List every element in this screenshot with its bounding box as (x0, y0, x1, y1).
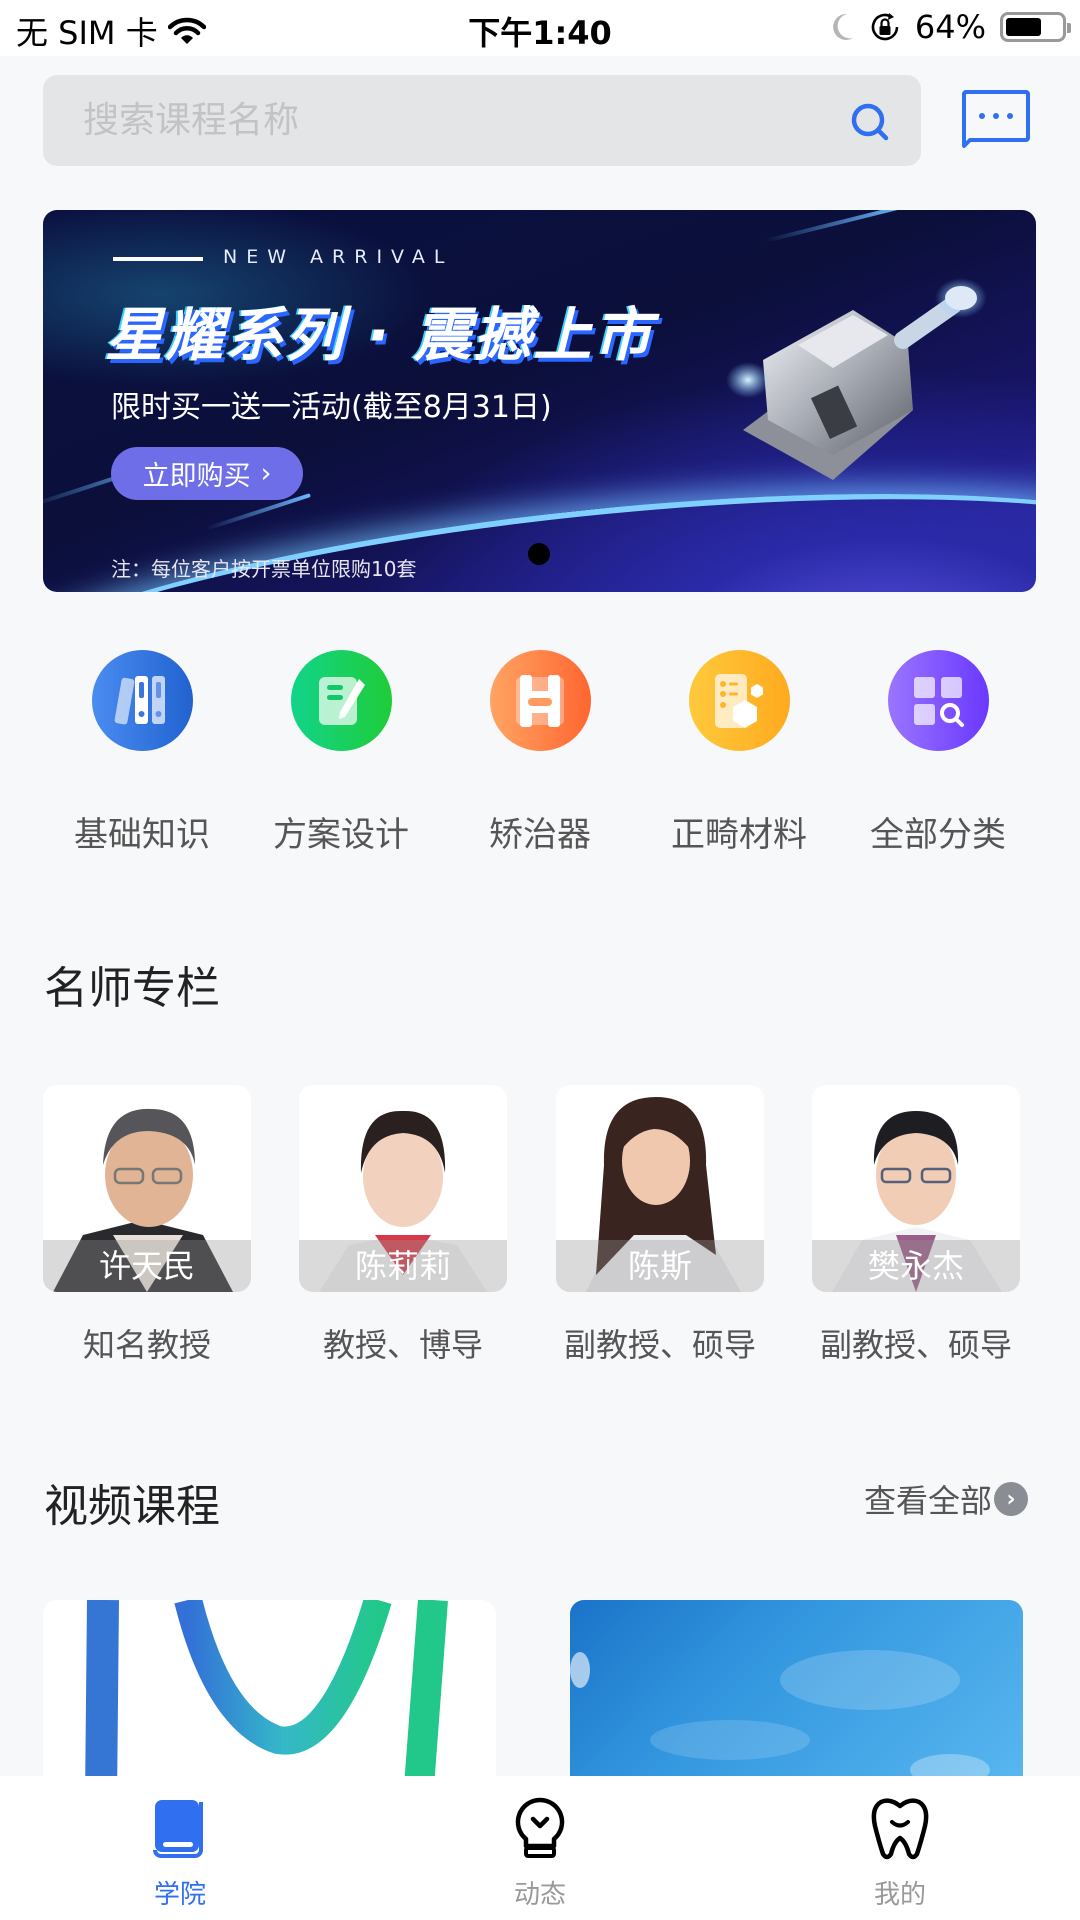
category-appliances[interactable]: 矫治器 (450, 650, 630, 856)
see-all-link[interactable]: 查看全部 › (864, 1476, 1028, 1522)
category-circle (290, 650, 392, 751)
bottom-tab-bar: 学院 动态 我的 (0, 1776, 1080, 1920)
category-circle (887, 650, 989, 751)
teacher-card[interactable]: 樊永杰 副教授、硕导 (812, 1085, 1020, 1366)
teacher-card[interactable]: 许天民 知名教授 (43, 1085, 251, 1366)
buy-now-button[interactable]: 立即购买 › (111, 447, 303, 500)
teacher-name: 樊永杰 (812, 1240, 1020, 1292)
teacher-name: 陈莉莉 (299, 1240, 507, 1292)
category-label: 全部分类 (870, 815, 1006, 855)
see-all-label: 查看全部 (863, 1482, 992, 1520)
tab-academy[interactable]: 学院 (100, 1796, 260, 1911)
teacher-role: 教授、博导 (322, 1326, 483, 1364)
category-all[interactable]: 全部分类 (848, 650, 1028, 856)
teacher-name: 陈斯 (556, 1240, 764, 1292)
book-icon (153, 1800, 203, 1858)
tab-profile[interactable]: 我的 (820, 1796, 980, 1911)
video-thumbnail-tooth-logo (85, 1600, 448, 1800)
search-icon[interactable] (849, 101, 893, 145)
bracket-icon (516, 674, 564, 727)
video-thumbnail-sky (570, 1650, 990, 1786)
banner-tag: NEW ARRIVAL (223, 246, 454, 268)
category-circle (688, 650, 790, 751)
banner-tag-line (113, 257, 203, 261)
chevron-right-icon: › (994, 1482, 1028, 1516)
teacher-photo: 樊永杰 (812, 1085, 1020, 1292)
teacher-name: 许天民 (43, 1240, 251, 1292)
teacher-photo: 许天民 (43, 1085, 251, 1292)
tab-label: 我的 (873, 1880, 926, 1910)
notes-pen-icon (319, 676, 365, 725)
tab-label: 学院 (153, 1880, 206, 1910)
battery-icon (1000, 12, 1071, 42)
category-label: 矫治器 (489, 815, 591, 855)
video-card[interactable] (570, 1600, 1023, 1800)
lightbulb-icon (515, 1797, 565, 1858)
carousel-indicator-dot[interactable] (528, 543, 550, 565)
category-basics[interactable]: 基础知识 (52, 650, 232, 856)
buy-now-label: 立即购买 (142, 461, 251, 492)
status-bar: 无 SIM 卡 下午1:40 64% (0, 0, 1080, 56)
battery-percent: 64% (914, 8, 986, 46)
tab-label: 动态 (513, 1880, 566, 1910)
section-title-videos: 视频课程 (44, 1481, 220, 1532)
video-card[interactable] (43, 1600, 496, 1800)
category-label: 基础知识 (74, 815, 210, 855)
orthodontic-bracket-image (726, 278, 987, 480)
search-input[interactable] (83, 75, 843, 166)
category-label: 正畸材料 (671, 815, 807, 855)
banner-title: 星耀系列 · 震撼上市 (105, 301, 654, 369)
binders-icon (114, 675, 165, 724)
banner-note: 注：每位客户按开票单位限购10套 (111, 557, 417, 581)
status-right: 64% (829, 8, 1071, 46)
category-materials[interactable]: 正畸材料 (649, 650, 829, 856)
rotation-lock-icon (871, 13, 899, 41)
grid-search-icon (914, 676, 964, 727)
teacher-card[interactable]: 陈斯 副教授、硕导 (556, 1085, 764, 1366)
category-plan-design[interactable]: 方案设计 (251, 650, 431, 856)
teacher-photo: 陈莉莉 (299, 1085, 507, 1292)
banner-streak (764, 210, 902, 243)
teacher-photo: 陈斯 (556, 1085, 764, 1292)
chevron-right-icon: › (260, 458, 272, 489)
tab-feed[interactable]: 动态 (460, 1796, 620, 1911)
promo-banner[interactable]: NEW ARRIVAL 星耀系列 · 震撼上市 限时买一送一活动(截至8月31日… (43, 210, 1036, 592)
category-circle (489, 650, 591, 751)
battery-fill (1006, 18, 1041, 36)
banner-subtitle: 限时买一送一活动(截至8月31日) (111, 390, 552, 425)
teacher-role: 副教授、硕导 (819, 1326, 1012, 1364)
teacher-card[interactable]: 陈莉莉 教授、博导 (299, 1085, 507, 1366)
category-label: 方案设计 (273, 815, 409, 855)
materials-icon (715, 673, 763, 728)
teacher-role: 知名教授 (82, 1326, 211, 1364)
section-title-teachers: 名师专栏 (44, 963, 220, 1014)
moon-icon (832, 13, 853, 40)
teacher-role: 副教授、硕导 (563, 1326, 756, 1364)
tooth-icon (871, 1798, 929, 1860)
message-icon[interactable] (960, 88, 1032, 150)
category-circle (91, 650, 193, 751)
search-bar[interactable] (43, 75, 921, 166)
